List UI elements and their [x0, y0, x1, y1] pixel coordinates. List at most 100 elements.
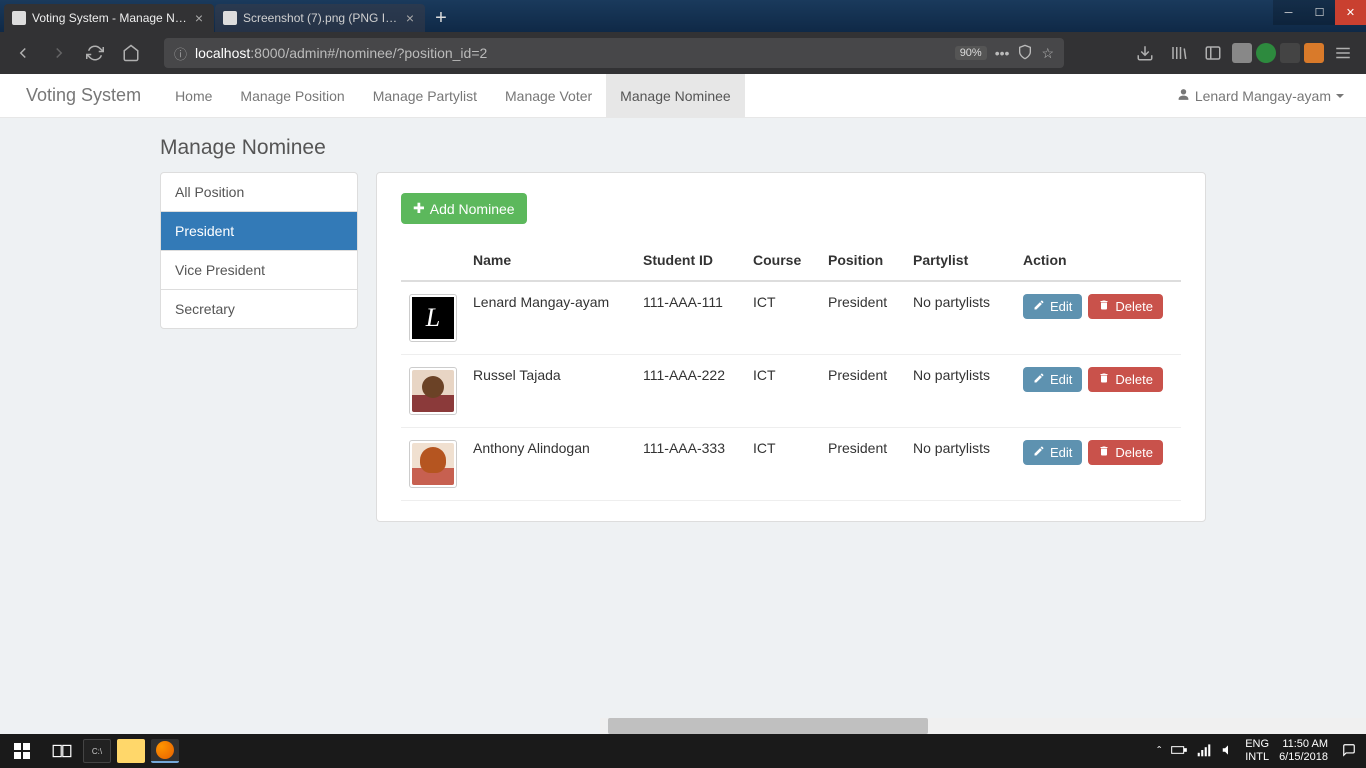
more-icon[interactable]: ••• [995, 45, 1010, 61]
back-button[interactable] [8, 38, 38, 68]
extension-icon[interactable] [1256, 43, 1276, 63]
pencil-icon [1033, 445, 1045, 460]
cell-name: Russel Tajada [465, 355, 635, 428]
nominee-panel: ✚ Add Nominee Name Student ID Course Pos… [376, 172, 1206, 522]
browser-tab-strip: Voting System - Manage Nominee × Screens… [0, 0, 1366, 32]
info-icon[interactable]: ⓘ [174, 44, 187, 63]
avatar [409, 440, 457, 488]
cell-partylist: No partylists [905, 281, 1015, 355]
th-student-id: Student ID [635, 242, 745, 281]
menu-icon[interactable] [1328, 38, 1358, 68]
bookmark-star-icon[interactable]: ☆ [1041, 45, 1054, 62]
zoom-indicator[interactable]: 90% [955, 46, 987, 60]
delete-button[interactable]: Delete [1088, 294, 1163, 319]
browser-tab-0[interactable]: Voting System - Manage Nominee × [4, 4, 214, 32]
add-nominee-button[interactable]: ✚ Add Nominee [401, 193, 527, 224]
nav-manage-partylist[interactable]: Manage Partylist [359, 74, 491, 118]
nav-manage-position[interactable]: Manage Position [226, 74, 358, 118]
delete-label: Delete [1115, 299, 1153, 314]
taskbar-app-cmd[interactable]: C:\ [83, 739, 111, 763]
tray-language[interactable]: ENG INTL [1245, 738, 1269, 764]
nav-home[interactable]: Home [161, 74, 226, 118]
th-name: Name [465, 242, 635, 281]
cell-position: President [820, 428, 905, 501]
sidebar-item-president[interactable]: President [161, 212, 357, 251]
app-navbar: Voting System Home Manage Position Manag… [0, 74, 1366, 118]
sidebar-icon[interactable] [1198, 38, 1228, 68]
window-close-button[interactable]: ✕ [1335, 0, 1366, 25]
th-avatar [401, 242, 465, 281]
delete-button[interactable]: Delete [1088, 367, 1163, 392]
th-partylist: Partylist [905, 242, 1015, 281]
sidebar-item-all-position[interactable]: All Position [161, 173, 357, 212]
downloads-icon[interactable] [1130, 38, 1160, 68]
system-tray: ˆ ENG INTL 11:50 AM 6/15/2018 [1157, 738, 1366, 764]
navbar-brand[interactable]: Voting System [12, 85, 155, 106]
edit-button[interactable]: Edit [1023, 367, 1082, 392]
window-maximize-button[interactable]: ☐ [1304, 0, 1335, 25]
browser-tab-1[interactable]: Screenshot (7).png (PNG Imag × [215, 4, 425, 32]
edit-button[interactable]: Edit [1023, 440, 1082, 465]
scrollbar-thumb[interactable] [608, 718, 928, 734]
start-button[interactable] [0, 734, 44, 768]
delete-label: Delete [1115, 445, 1153, 460]
cell-position: President [820, 355, 905, 428]
extension-icon[interactable] [1232, 43, 1252, 63]
page-viewport: Voting System Home Manage Position Manag… [0, 74, 1366, 734]
library-icon[interactable] [1164, 38, 1194, 68]
cell-course: ICT [745, 281, 820, 355]
sidebar-item-vice-president[interactable]: Vice President [161, 251, 357, 290]
horizontal-scrollbar[interactable] [600, 718, 1366, 734]
reload-button[interactable] [80, 38, 110, 68]
page-favicon [223, 11, 237, 25]
window-minimize-button[interactable]: ─ [1273, 0, 1304, 25]
url-text: localhost:8000/admin#/nominee/?position_… [195, 45, 955, 61]
taskbar-app-explorer[interactable] [117, 739, 145, 763]
edit-label: Edit [1050, 445, 1072, 460]
edit-button[interactable]: Edit [1023, 294, 1082, 319]
home-button[interactable] [116, 38, 146, 68]
forward-button[interactable] [44, 38, 74, 68]
add-nominee-label: Add Nominee [430, 201, 515, 217]
delete-button[interactable]: Delete [1088, 440, 1163, 465]
trash-icon [1098, 299, 1110, 314]
cell-student-id: 111-AAA-222 [635, 355, 745, 428]
cell-position: President [820, 281, 905, 355]
page-favicon [12, 11, 26, 25]
trash-icon [1098, 445, 1110, 460]
windows-taskbar: C:\ ˆ ENG INTL 11:50 AM 6/15/2018 [0, 734, 1366, 768]
new-tab-button[interactable]: + [426, 4, 456, 32]
th-course: Course [745, 242, 820, 281]
tray-battery-icon[interactable] [1171, 744, 1187, 759]
extension-icon[interactable] [1304, 43, 1324, 63]
cell-course: ICT [745, 355, 820, 428]
cell-course: ICT [745, 428, 820, 501]
sidebar-item-secretary[interactable]: Secretary [161, 290, 357, 328]
cell-student-id: 111-AAA-111 [635, 281, 745, 355]
address-bar[interactable]: ⓘ localhost:8000/admin#/nominee/?positio… [164, 38, 1064, 68]
tray-network-icon[interactable] [1197, 743, 1211, 760]
tray-chevron-up-icon[interactable]: ˆ [1157, 744, 1161, 758]
cell-partylist: No partylists [905, 428, 1015, 501]
tray-clock[interactable]: 11:50 AM 6/15/2018 [1279, 738, 1328, 764]
position-sidebar: All Position President Vice President Se… [160, 172, 358, 329]
nav-manage-voter[interactable]: Manage Voter [491, 74, 606, 118]
extension-icon[interactable] [1280, 43, 1300, 63]
plus-icon: ✚ [413, 200, 425, 217]
task-view-button[interactable] [44, 734, 80, 768]
close-tab-icon[interactable]: × [192, 11, 206, 25]
edit-label: Edit [1050, 372, 1072, 387]
cell-partylist: No partylists [905, 355, 1015, 428]
nominee-table: Name Student ID Course Position Partylis… [401, 242, 1181, 501]
pencil-icon [1033, 299, 1045, 314]
taskbar-app-firefox[interactable] [151, 739, 179, 763]
close-tab-icon[interactable]: × [403, 11, 417, 25]
table-row: Russel Tajada 111-AAA-222 ICT President … [401, 355, 1181, 428]
nav-manage-nominee[interactable]: Manage Nominee [606, 74, 745, 118]
cell-student-id: 111-AAA-333 [635, 428, 745, 501]
tray-notifications-icon[interactable] [1338, 743, 1360, 760]
reader-icon[interactable] [1017, 44, 1033, 63]
pencil-icon [1033, 372, 1045, 387]
tray-volume-icon[interactable] [1221, 743, 1235, 760]
user-menu[interactable]: Lenard Mangay-ayam [1167, 88, 1354, 104]
